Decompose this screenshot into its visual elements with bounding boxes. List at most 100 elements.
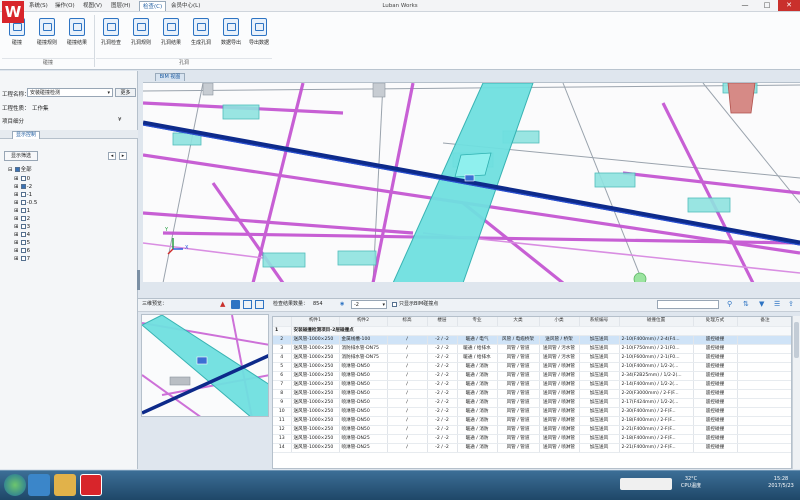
locate-icon[interactable]: ⚲ xyxy=(727,300,732,308)
close-button[interactable]: ✕ xyxy=(778,0,800,11)
tree-item[interactable]: ⊞ 5 xyxy=(14,240,30,247)
preview-viewport[interactable] xyxy=(141,314,269,417)
column-header[interactable]: 处理方式 xyxy=(693,317,738,327)
column-header[interactable]: 系统编号 xyxy=(579,317,620,327)
luban-works-icon[interactable] xyxy=(80,474,102,496)
tree-root[interactable]: ⊟ 全部 xyxy=(8,167,32,174)
table-row[interactable]: 14 送风管-1000×250 喷淋管-DN25/-2 / -2 暖通 / 消防 风管 … xyxy=(273,443,791,453)
tree-item[interactable]: ⊞ 7 xyxy=(14,256,30,263)
column-header[interactable]: 楼层 xyxy=(427,317,458,327)
column-header[interactable] xyxy=(273,317,292,327)
table-row[interactable]: 3 送风管-1000×250 消防排水管-DN75/-2 / -2 暖通 / 给排水风… xyxy=(273,344,791,354)
table-row[interactable]: 7 送风管-1000×250 喷淋管-DN50/-2 / -2 暖通 / 消防 风管 /… xyxy=(273,380,791,390)
only-bim-checkbox[interactable] xyxy=(392,302,397,307)
table-row[interactable]: 6 送风管-1000×250 喷淋管-DN50/-2 / -2 暖通 / 消防 风管 /… xyxy=(273,371,791,381)
table-scrollbar[interactable] xyxy=(792,316,800,469)
camera-icon[interactable] xyxy=(243,300,252,309)
menu-view[interactable]: 视图(V) xyxy=(80,1,105,11)
minimize-button[interactable]: — xyxy=(734,0,756,11)
table-group-row[interactable]: 1 安装碰撞检测项目-2层碰撞点 xyxy=(273,326,791,336)
table-row[interactable]: 11 送风管-1000×250 喷淋管-DN50/-2 / -2 暖通 / 消防 风管 … xyxy=(273,416,791,426)
tray-icons[interactable] xyxy=(620,478,672,490)
data-export-button[interactable]: 数据导出 xyxy=(218,16,244,60)
table-row[interactable]: 5 送风管-1000×250 喷淋管-DN50/-2 / -2 暖通 / 消防 风管 /… xyxy=(273,362,791,372)
menu-system[interactable]: 系统(S) xyxy=(26,1,51,11)
menu-operate[interactable]: 操作(O) xyxy=(52,1,78,11)
tree-item[interactable]: ⊞ -1 xyxy=(14,192,32,199)
checkbox-icon[interactable] xyxy=(20,176,26,181)
table-row[interactable]: 4 送风管-1000×250 消防排水管-DN75/-2 / -2 暖通 / 给排水风… xyxy=(273,353,791,363)
prev-icon[interactable]: ◂ xyxy=(108,152,116,160)
checkbox-icon[interactable] xyxy=(20,224,26,229)
clock[interactable]: 15:28 2017/5/23 xyxy=(763,476,799,490)
collision-rules-button[interactable]: 碰撞规则 xyxy=(34,16,60,60)
checkbox-icon[interactable] xyxy=(14,167,20,172)
next-icon[interactable]: ▸ xyxy=(119,152,127,160)
tree-item[interactable]: ⊞ 2 xyxy=(14,216,30,223)
checkbox-icon[interactable] xyxy=(20,240,26,245)
eye-icon[interactable]: ◉ xyxy=(340,300,344,308)
checkbox-icon[interactable] xyxy=(20,184,26,189)
tree-item[interactable]: ⊞ 0 xyxy=(14,176,30,183)
ie-icon[interactable] xyxy=(28,474,50,496)
tree-item[interactable]: ⊞ 4 xyxy=(14,232,30,239)
collision-results-button[interactable]: 碰撞结果 xyxy=(64,16,90,60)
hole-results-button[interactable]: 孔洞结果 xyxy=(158,16,184,60)
list-icon[interactable]: ☰ xyxy=(774,300,780,308)
search-input[interactable] xyxy=(657,300,719,309)
table-row[interactable]: 8 送风管-1000×250 喷淋管-DN50/-2 / -2 暖通 / 消防 风管 /… xyxy=(273,389,791,399)
menu-layer[interactable]: 图层(H) xyxy=(108,1,133,11)
hole-check-button[interactable]: 孔洞检查 xyxy=(98,16,124,60)
checkbox-icon[interactable] xyxy=(20,200,26,205)
column-header[interactable]: 专业 xyxy=(457,317,498,327)
column-header[interactable]: 标高 xyxy=(387,317,428,327)
tree-item[interactable]: ⊞ 3 xyxy=(14,224,30,231)
menu-check[interactable]: 检查(C) xyxy=(139,1,167,11)
table-row[interactable]: 10 送风管-1000×250 喷淋管-DN50/-2 / -2 暖通 / 消防 风管 … xyxy=(273,407,791,417)
checkbox-icon[interactable] xyxy=(20,248,26,253)
tree-item[interactable]: ⊞ 1 xyxy=(14,208,30,215)
project-select[interactable]: 安装碰撞检测 ▾ xyxy=(27,88,113,97)
export-icon[interactable]: ⇪ xyxy=(788,300,794,308)
tab-bim-view[interactable]: BIM 视图 xyxy=(155,73,185,81)
sort-icon[interactable]: ⇅ xyxy=(743,300,749,308)
scrollbar-thumb[interactable] xyxy=(794,322,799,358)
start-button-icon[interactable] xyxy=(4,474,26,496)
checkbox-icon[interactable] xyxy=(20,216,26,221)
checkbox-icon[interactable] xyxy=(20,256,26,261)
export-data-button[interactable]: 导出数据 xyxy=(246,16,272,60)
folder-icon[interactable] xyxy=(54,474,76,496)
tree-item[interactable]: ⊞ 6 xyxy=(14,248,30,255)
tab-display-control[interactable]: 显示控制 xyxy=(12,131,40,139)
column-header[interactable]: 碰撞位置 xyxy=(619,317,694,327)
bim-3d-viewport[interactable]: Y X xyxy=(143,82,800,282)
column-header[interactable]: 备注 xyxy=(737,317,791,327)
app-logo[interactable]: W xyxy=(2,1,24,23)
table-row[interactable]: 2 送风管-1000×250 金属线槽-100/-2 / -2 暖通 / 电气 风管 /… xyxy=(273,335,791,345)
checkbox-icon[interactable] xyxy=(20,208,26,213)
checkbox-icon[interactable] xyxy=(20,192,26,197)
column-header[interactable]: 小类 xyxy=(539,317,580,327)
layer-select[interactable]: -2 ▾ xyxy=(351,300,387,309)
save-view-icon[interactable] xyxy=(255,300,264,309)
tree-item[interactable]: ⊞ -0.5 xyxy=(14,200,37,207)
table-row[interactable]: 12 送风管-1000×250 喷淋管-DN50/-2 / -2 暖通 / 消防 风管 … xyxy=(273,425,791,435)
menu-member[interactable]: 会员中心(L) xyxy=(168,1,203,11)
tree-item[interactable]: ⊞ -2 xyxy=(14,184,32,191)
table-row[interactable]: 9 送风管-1000×250 喷淋管-DN50/-2 / -2 暖通 / 消防 风管 /… xyxy=(273,398,791,408)
column-header[interactable]: 构件1 xyxy=(291,317,340,327)
checkbox-icon[interactable] xyxy=(20,232,26,237)
column-header[interactable]: 大类 xyxy=(497,317,540,327)
splitter-handle[interactable] xyxy=(137,270,140,290)
display-filter-button[interactable]: 显示筛选 xyxy=(4,151,38,161)
focus-icon[interactable] xyxy=(231,300,240,309)
more-button[interactable]: 更多 xyxy=(115,88,136,97)
collision-result-table[interactable]: 构件1 构件2 标高 楼层 专业 大类 小类 系统编号 碰撞位置 处理方式 备注 1 安装碰撞检测项目… xyxy=(272,316,792,469)
alert-icon[interactable]: ▲ xyxy=(220,300,229,309)
table-row[interactable]: 13 送风管-1000×250 喷淋管-DN25/-2 / -2 暖通 / 消防 风管 … xyxy=(273,434,791,444)
generate-hole-button[interactable]: 生成孔洞 xyxy=(188,16,214,60)
hole-rules-button[interactable]: 孔洞规则 xyxy=(128,16,154,60)
filter-icon[interactable]: ▼ xyxy=(759,300,764,308)
column-header[interactable]: 构件2 xyxy=(339,317,388,327)
collapse-icon[interactable]: ¥ xyxy=(118,117,122,123)
